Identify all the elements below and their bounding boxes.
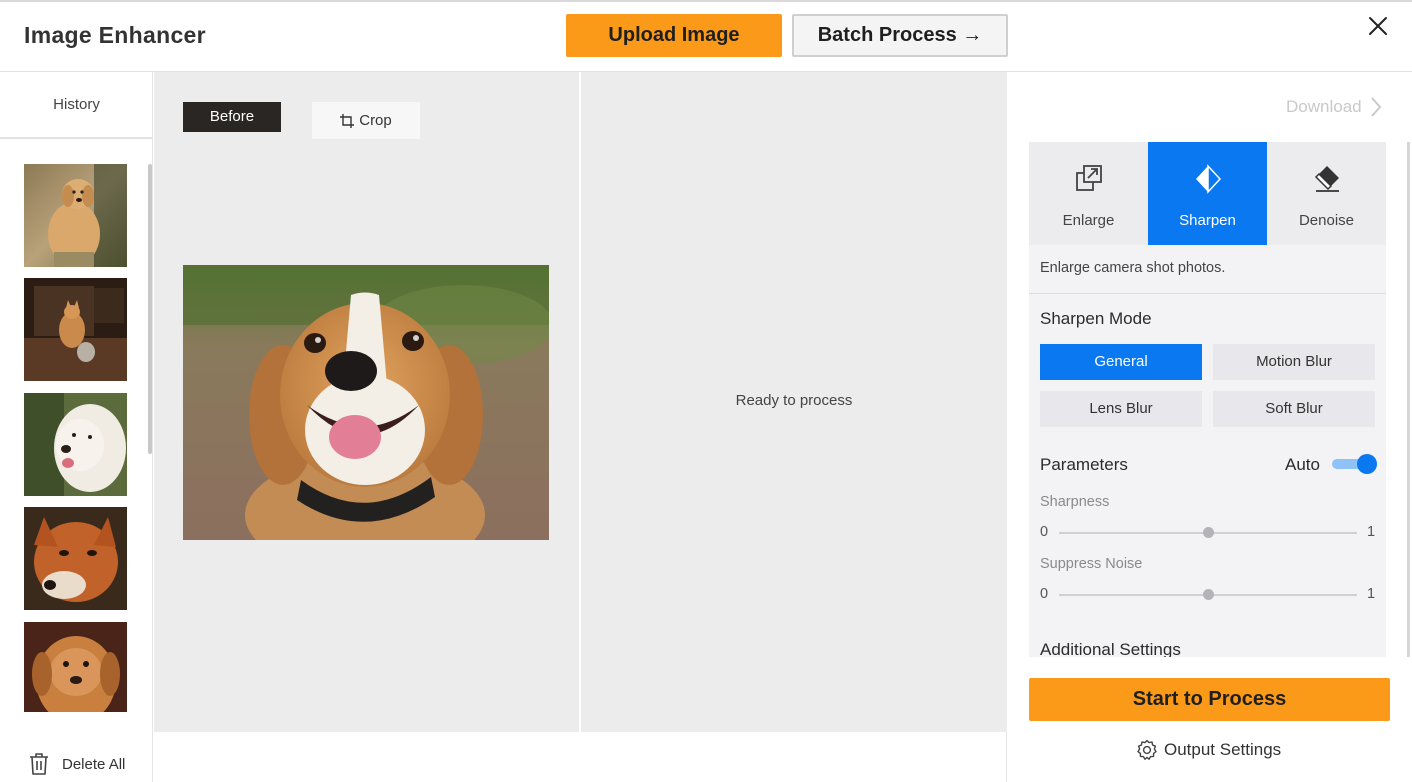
close-icon[interactable] [1364,12,1392,40]
output-settings-label: Output Settings [1164,740,1282,759]
download-button[interactable]: Download [1286,96,1382,118]
history-tab[interactable]: History [0,72,153,139]
crop-icon [340,113,355,128]
additional-settings-title: Additional Settings [1040,640,1181,657]
parameters-title: Parameters [1040,455,1128,474]
history-thumbnail[interactable] [24,393,127,496]
before-label: Before [183,102,281,132]
start-process-button[interactable]: Start to Process [1029,678,1390,721]
mode-motion-blur-button[interactable]: Motion Blur [1213,344,1375,380]
mode-soft-blur-button[interactable]: Soft Blur [1213,391,1375,427]
settings-scrollbar[interactable] [1407,142,1410,657]
enhance-options: Enlarge Sharpen Denoise Enlarge camera s… [1029,142,1386,657]
status-text: Ready to process [735,392,853,409]
trash-icon [30,753,48,775]
tab-sharpen-label: Sharpen [1179,212,1236,229]
slider-thumb[interactable] [1202,527,1214,538]
thumbnail-image [24,393,127,496]
mode-general-button[interactable]: General [1040,344,1202,380]
sharpness-label: Sharpness [1040,494,1110,510]
batch-process-button[interactable]: Batch Process → [792,14,1008,57]
history-thumbnail[interactable] [24,622,127,712]
tab-enlarge[interactable]: Enlarge [1029,142,1148,245]
before-image-preview[interactable] [183,265,549,540]
chevron-right-icon [1370,97,1381,117]
slider-min: 0 [1040,586,1049,602]
history-thumbnail-list [0,140,153,712]
suppress-noise-slider[interactable]: 0 1 [1040,585,1380,605]
history-thumbnail[interactable] [24,507,127,610]
toggle-knob [1357,454,1377,474]
mode-description: Enlarge camera shot photos. [1040,260,1226,276]
history-thumbnail[interactable] [24,164,127,267]
app-title: Image Enhancer [24,22,206,48]
history-thumbnail[interactable] [24,278,127,381]
dog-photo [183,265,549,540]
crop-button[interactable]: Crop [312,102,420,139]
sharpen-mode-title: Sharpen Mode [1040,309,1152,328]
top-bar: Image Enhancer Upload Image Batch Proces… [0,2,1412,72]
thumbnail-image [24,164,127,267]
slider-thumb[interactable] [1202,589,1214,600]
upload-image-button[interactable]: Upload Image [566,14,782,57]
enhance-tabs: Enlarge Sharpen Denoise [1029,142,1386,245]
tab-denoise-label: Denoise [1298,212,1355,229]
tab-enlarge-label: Enlarge [1062,212,1115,229]
thumbnail-image [24,622,127,712]
download-label: Download [1286,97,1362,116]
auto-toggle[interactable] [1332,454,1377,474]
sharpen-icon [1195,164,1221,194]
output-settings-button[interactable]: Output Settings [1136,739,1281,761]
slider-min: 0 [1040,524,1049,540]
delete-all-label: Delete All [62,755,126,773]
divider [1029,293,1386,294]
enlarge-icon [1075,165,1102,191]
mode-lens-blur-button[interactable]: Lens Blur [1040,391,1202,427]
thumbnail-image [24,507,127,610]
tab-denoise[interactable]: Denoise [1267,142,1386,245]
slider-max: 1 [1367,524,1376,540]
delete-all-button[interactable]: Delete All [28,752,125,776]
auto-label: Auto [1285,455,1320,474]
eraser-icon [1314,166,1339,192]
history-sidebar: History Delete All [0,72,153,782]
slider-max: 1 [1367,586,1376,602]
canvas-footer [154,732,1007,782]
gear-icon [1137,739,1157,760]
tab-sharpen[interactable]: Sharpen [1148,142,1267,245]
thumbnail-image [24,278,127,381]
suppress-noise-label: Suppress Noise [1040,556,1143,572]
history-scrollbar[interactable] [148,164,152,454]
sharpness-slider[interactable]: 0 1 [1040,523,1380,543]
crop-label: Crop [359,112,392,129]
app-window: Image Enhancer Upload Image Batch Proces… [0,0,1412,782]
